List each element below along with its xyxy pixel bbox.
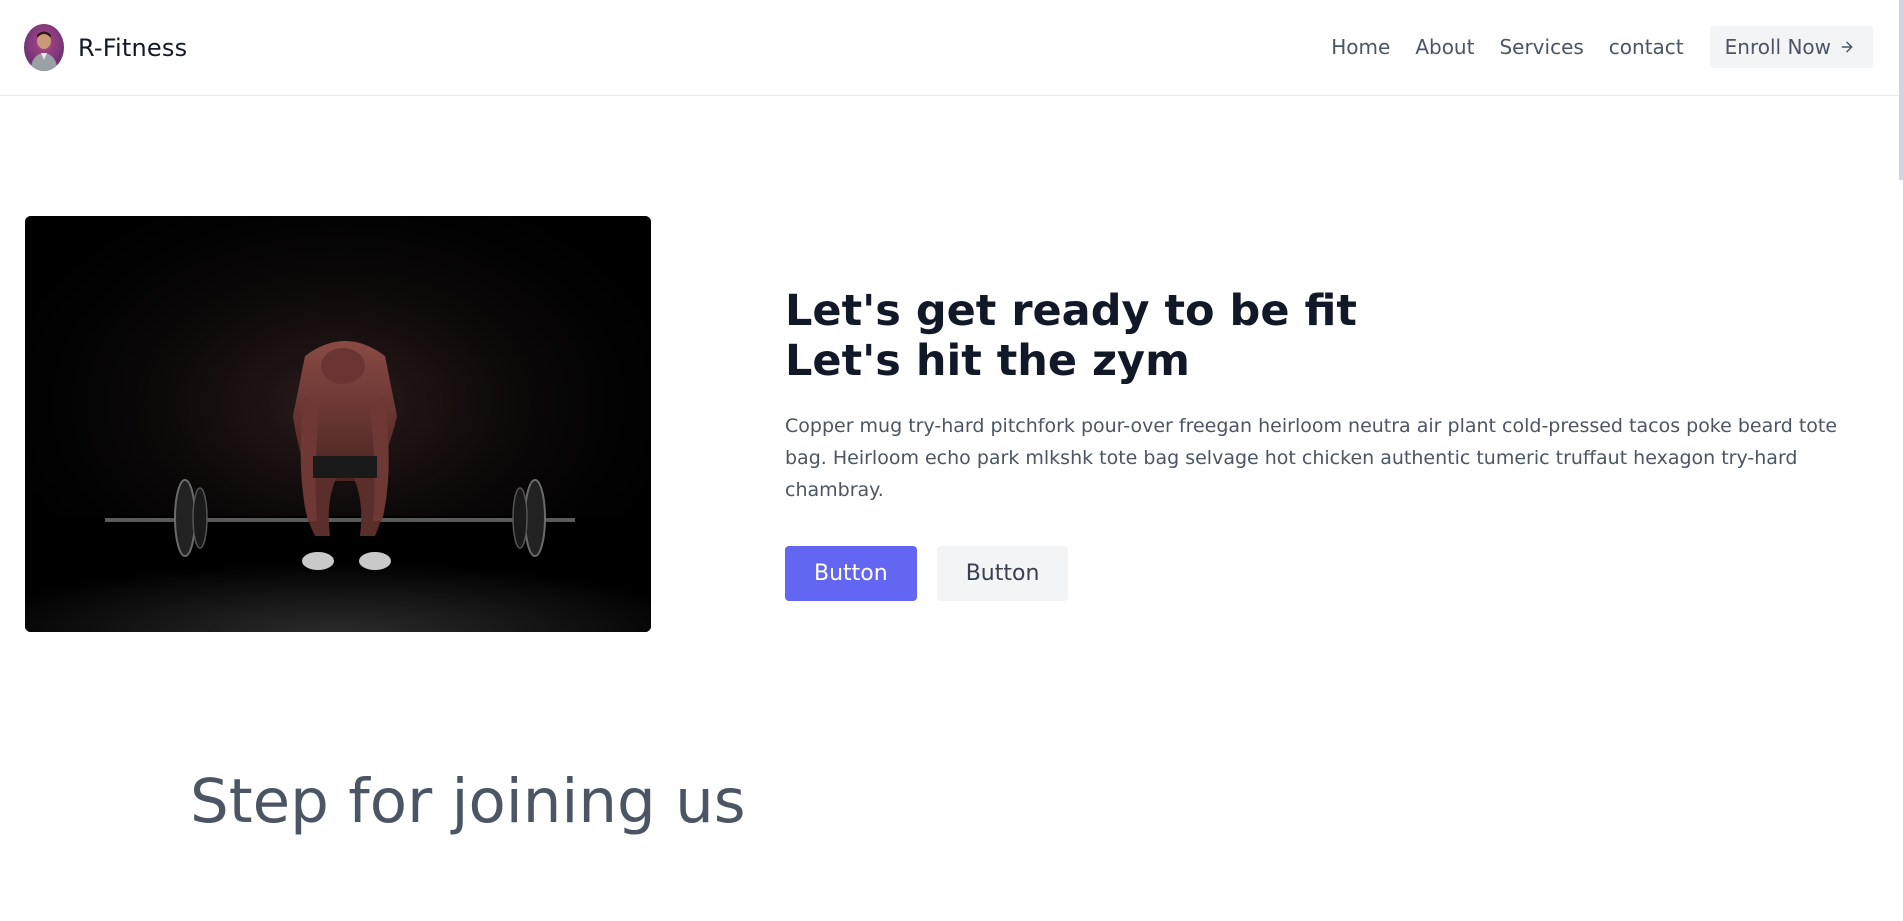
enroll-now-label: Enroll Now	[1724, 35, 1831, 59]
hero-title-line-2: Let's hit the zym	[785, 336, 1190, 386]
brand-name: R-Fitness	[78, 33, 188, 62]
page-scrollbar[interactable]	[1899, 0, 1903, 180]
enroll-now-button[interactable]: Enroll Now	[1709, 26, 1873, 68]
hero-image	[25, 216, 651, 632]
hero-description: Copper mug try-hard pitchfork pour-over …	[785, 415, 1838, 501]
brand[interactable]: R-Fitness	[24, 24, 187, 71]
arrow-right-icon	[1841, 41, 1853, 53]
nav-link-home[interactable]: Home	[1331, 35, 1390, 59]
nav-link-contact[interactable]: contact	[1609, 35, 1684, 59]
nav-link-services[interactable]: Services	[1499, 35, 1583, 59]
nav-link-about[interactable]: About	[1415, 35, 1474, 59]
avatar	[24, 24, 64, 71]
main-nav: Home About Services contact Enroll Now	[1331, 26, 1873, 68]
secondary-button[interactable]: Button	[936, 546, 1069, 601]
primary-button[interactable]: Button	[785, 546, 917, 601]
hero-title: Let's get ready to be fit Let's hit the …	[785, 286, 1855, 386]
hero-text: Let's get ready to be fit Let's hit the …	[785, 286, 1855, 601]
site-header: R-Fitness Home About Services contact En…	[0, 0, 1903, 96]
hero-title-line-1: Let's get ready to be fit	[785, 286, 1357, 336]
hero-buttons: Button Button	[785, 546, 1855, 601]
section-title: Step for joining us	[190, 766, 746, 837]
